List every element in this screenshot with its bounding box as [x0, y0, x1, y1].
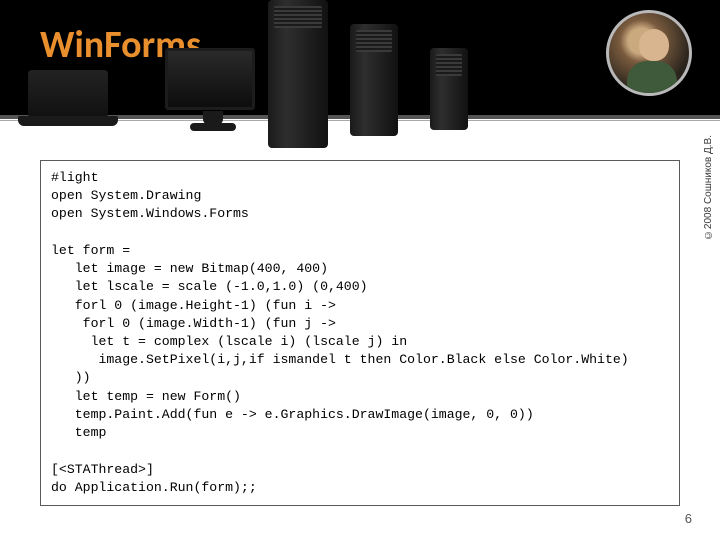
server-tower-icon — [430, 48, 468, 130]
avatar — [606, 10, 692, 96]
page-number: 6 — [685, 511, 692, 526]
code-block: #light open System.Drawing open System.W… — [40, 160, 680, 506]
server-tower-icon — [268, 0, 328, 148]
copyright-text: ©2008 Сошников Д.В. — [703, 135, 714, 240]
code-content: #light open System.Drawing open System.W… — [51, 169, 669, 497]
slide-header: WinForms — [0, 0, 720, 115]
laptop-icon — [28, 70, 108, 118]
monitor-icon — [165, 48, 255, 110]
server-tower-icon — [350, 24, 398, 136]
